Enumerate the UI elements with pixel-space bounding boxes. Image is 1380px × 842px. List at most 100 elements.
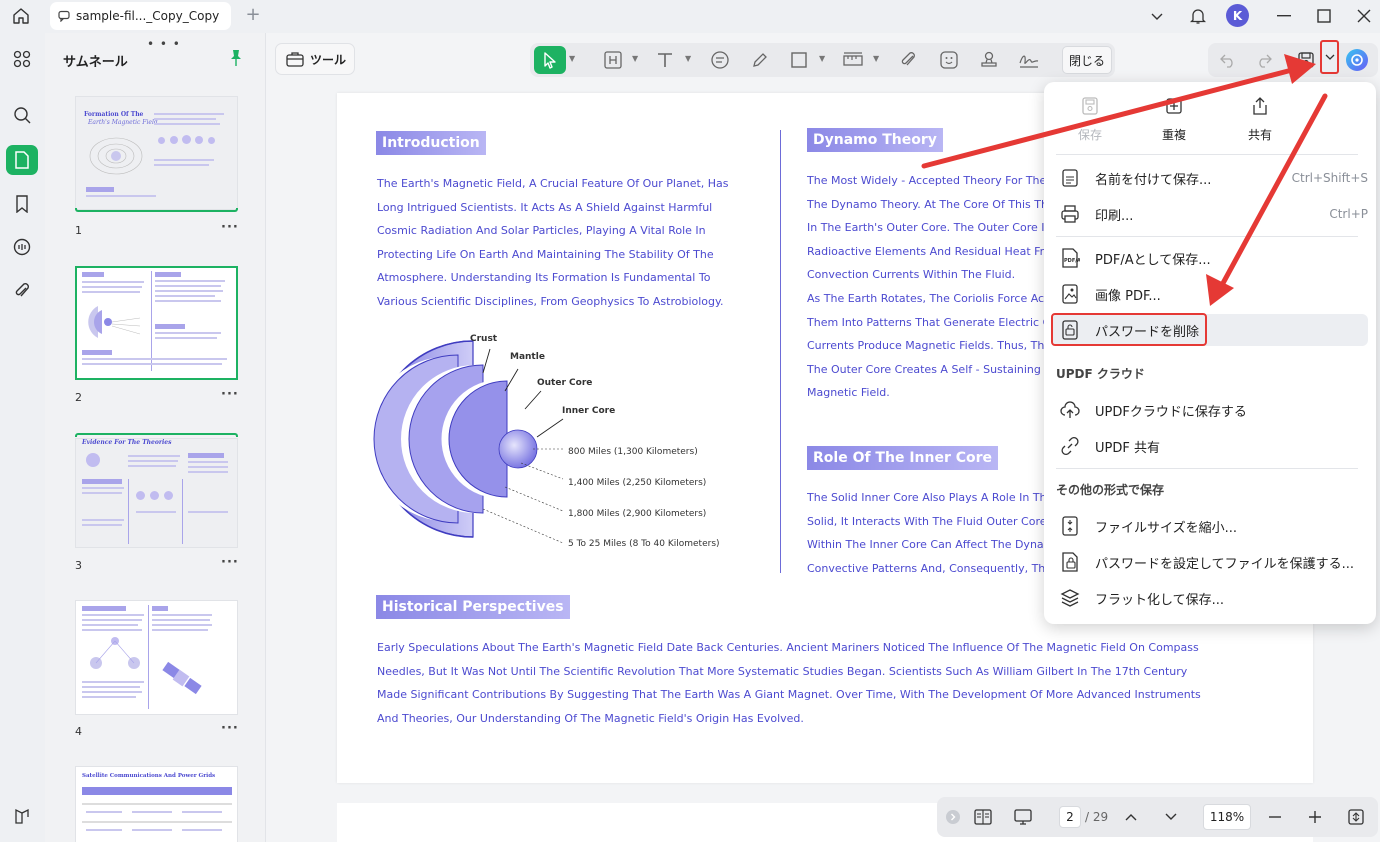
new-tab-icon[interactable]: + xyxy=(244,6,262,24)
layers-icon[interactable] xyxy=(6,801,38,831)
select-cursor-icon[interactable] xyxy=(534,46,566,74)
label-mantle: Mantle xyxy=(510,352,545,362)
bell-icon[interactable] xyxy=(1186,5,1210,27)
menu-save[interactable]: 保存 xyxy=(1060,96,1120,143)
menu-item-pdfa[interactable]: PDF/A PDF/Aとして保存... xyxy=(1052,242,1368,274)
menu-item-reduce-size[interactable]: ファイルサイズを縮小... xyxy=(1052,510,1368,542)
page-number-input[interactable]: 2 xyxy=(1059,806,1081,828)
print-icon xyxy=(1060,204,1080,224)
flatten-icon xyxy=(1060,588,1080,608)
menu-item-updf-share[interactable]: UPDF 共有 xyxy=(1052,430,1368,462)
comment-icon[interactable] xyxy=(6,232,38,262)
ai-assistant-icon[interactable] xyxy=(1344,47,1370,73)
next-page-icon[interactable] xyxy=(1161,807,1181,827)
chat-bubble-icon xyxy=(58,10,70,22)
more-icon[interactable]: ··· xyxy=(221,220,239,235)
pin-icon[interactable] xyxy=(228,49,244,71)
more-icon[interactable]: ··· xyxy=(221,387,239,402)
thumbnail-page-2[interactable] xyxy=(75,266,238,380)
page-total: / 29 xyxy=(1085,810,1109,824)
redo-icon[interactable] xyxy=(1252,48,1276,72)
inner-core-text: The Solid Inner Core Also Plays A Role I… xyxy=(807,491,1047,575)
more-icon[interactable]: ··· xyxy=(221,555,239,570)
label-depth-3: 1,800 Miles (2,900 Kilometers) xyxy=(568,509,707,519)
tools-button[interactable]: ツール xyxy=(275,43,355,75)
fit-page-icon[interactable] xyxy=(1346,807,1366,827)
section-heading-inner-core: Role Of The Inner Core xyxy=(807,446,999,470)
save-icon[interactable] xyxy=(1294,48,1318,72)
signature-icon[interactable] xyxy=(1017,48,1041,72)
chevron-down-icon[interactable] xyxy=(1145,5,1169,27)
close-button[interactable]: 閉じる xyxy=(1062,46,1112,74)
avatar[interactable]: K xyxy=(1226,4,1249,27)
dynamo-text: The Most Widely - Accepted Theory For Th… xyxy=(807,174,1047,400)
close-window-icon[interactable] xyxy=(1352,5,1376,27)
minimize-icon[interactable] xyxy=(1272,5,1296,27)
menu-item-flatten[interactable]: フラット化して保存... xyxy=(1052,582,1368,614)
share-icon xyxy=(1253,97,1267,115)
search-icon[interactable] xyxy=(6,100,38,130)
zoom-out-icon[interactable] xyxy=(1265,807,1285,827)
thumbnail-page-1[interactable]: Formation Of The Earth's Magnetic Field xyxy=(75,96,238,210)
menu-item-image-pdf[interactable]: 画像 PDF... xyxy=(1052,278,1368,310)
menu-item-save-as[interactable]: 名前を付けて保存... Ctrl+Shift+S xyxy=(1052,162,1368,194)
thumbnail-panel-title: サムネール xyxy=(63,55,128,70)
drag-handle-icon[interactable]: • • • xyxy=(147,37,181,51)
collapse-arrow-icon[interactable] xyxy=(943,807,963,827)
attachment-tool-icon[interactable] xyxy=(897,48,921,72)
menu-section-cloud: UPDF クラウド xyxy=(1056,367,1145,381)
home-icon[interactable] xyxy=(9,5,33,27)
attachment-icon[interactable] xyxy=(6,276,38,306)
label-depth-4: 5 To 25 Miles (8 To 40 Kilometers) xyxy=(568,539,720,549)
thumbnail-page-3[interactable]: Evidence For The Theories xyxy=(75,438,238,548)
right-toolbar xyxy=(1208,43,1378,77)
comment-tool-icon[interactable] xyxy=(708,48,732,72)
grid-view-icon[interactable] xyxy=(6,44,38,74)
document-tab[interactable]: sample-fil..._Copy_Copy xyxy=(50,2,231,30)
label-depth-2: 1,400 Miles (2,250 Kilometers) xyxy=(568,478,707,488)
pencil-icon[interactable] xyxy=(748,48,772,72)
rectangle-icon[interactable] xyxy=(787,48,811,72)
thumbnail-page-1-selection xyxy=(75,208,238,212)
lock-file-icon xyxy=(1060,552,1080,572)
link-icon xyxy=(1060,436,1080,456)
sticker-icon[interactable] xyxy=(937,48,961,72)
menu-item-print[interactable]: 印刷... Ctrl+P xyxy=(1052,198,1368,230)
label-inner-core: Inner Core xyxy=(562,406,616,416)
zoom-level[interactable]: 118% xyxy=(1203,804,1251,830)
more-icon[interactable]: ··· xyxy=(221,721,239,736)
measure-icon[interactable] xyxy=(841,48,865,72)
section-heading-introduction: Introduction xyxy=(376,131,486,155)
image-pdf-icon xyxy=(1060,284,1080,304)
menu-item-protect-password[interactable]: パスワードを設定してファイルを保護する... xyxy=(1052,546,1368,578)
cloud-upload-icon xyxy=(1060,400,1080,420)
bookmark-icon[interactable] xyxy=(6,189,38,219)
earth-layers-diagram xyxy=(373,340,564,544)
save-dropdown-menu: 保存 重複 共有 名前を付けて保存... Ctrl+Shift+S 印刷... … xyxy=(1044,82,1376,624)
remove-password-highlight xyxy=(1051,313,1207,346)
presentation-icon[interactable] xyxy=(1013,807,1033,827)
thumbnails-icon[interactable] xyxy=(6,145,38,175)
highlight-text-icon[interactable] xyxy=(601,48,625,72)
text-tool-icon[interactable] xyxy=(653,48,677,72)
thumbnail-page-5[interactable]: Satellite Communications And Power Grids xyxy=(75,766,238,842)
maximize-icon[interactable] xyxy=(1312,5,1336,27)
menu-item-save-cloud[interactable]: UPDFクラウドに保存する xyxy=(1052,394,1368,426)
tools-label: ツール xyxy=(310,52,347,67)
menu-duplicate[interactable]: 重複 xyxy=(1144,96,1204,143)
stamp-icon[interactable] xyxy=(977,48,1001,72)
thumbnail-page-number: 3 xyxy=(75,559,82,572)
compress-icon xyxy=(1060,516,1080,536)
save-dropdown-chevron-icon[interactable] xyxy=(1320,40,1339,74)
undo-icon[interactable] xyxy=(1216,48,1240,72)
thumbnail-page-number: 2 xyxy=(75,391,82,404)
save-as-icon xyxy=(1060,168,1080,188)
svg-text:PDF/A: PDF/A xyxy=(1064,258,1080,264)
thumbnail-page-4[interactable] xyxy=(75,600,238,715)
previous-page-icon[interactable] xyxy=(1121,807,1141,827)
zoom-in-icon[interactable] xyxy=(1305,807,1325,827)
section-heading-history: Historical Perspectives xyxy=(376,595,570,619)
menu-share[interactable]: 共有 xyxy=(1230,96,1290,143)
duplicate-icon xyxy=(1166,98,1182,114)
page-layout-icon[interactable] xyxy=(973,807,993,827)
